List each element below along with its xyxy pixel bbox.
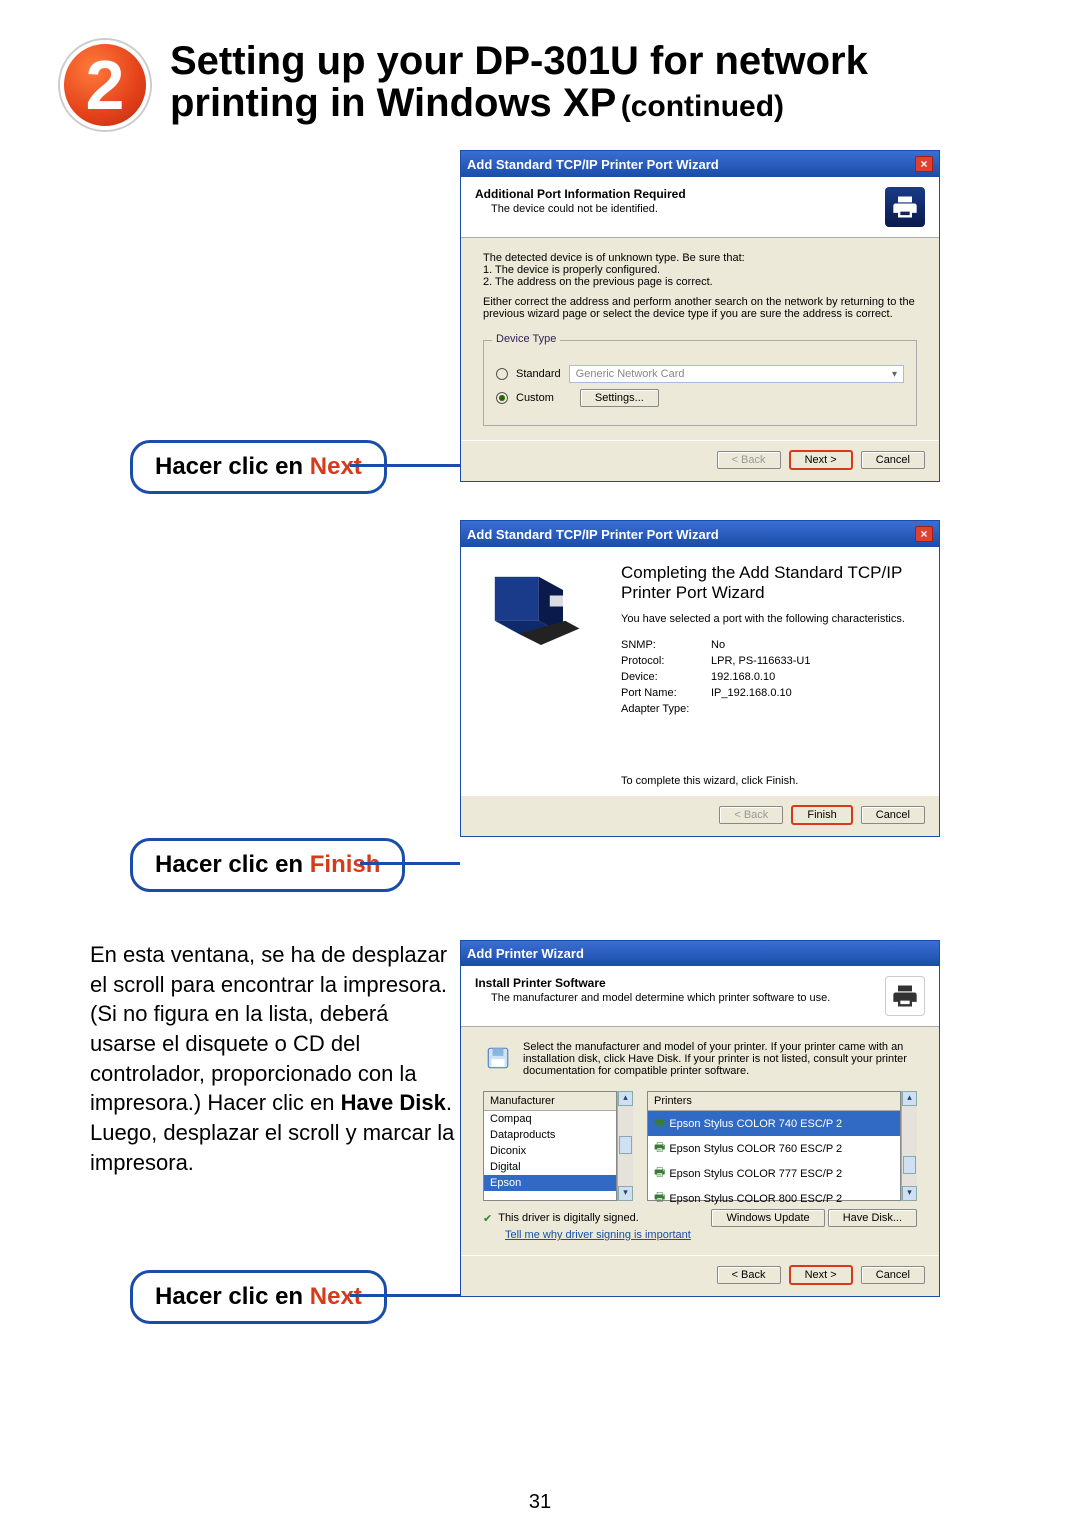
scroll-down-icon[interactable]: ▾	[902, 1186, 917, 1201]
kv-key: Adapter Type:	[621, 703, 711, 715]
printers-header: Printers	[648, 1092, 900, 1111]
back-button[interactable]: < Back	[717, 1266, 781, 1284]
close-icon[interactable]: ×	[915, 156, 933, 172]
list-item[interactable]: 🖶Epson Stylus COLOR 740 ESC/P 2	[648, 1111, 900, 1136]
connector-line	[360, 862, 460, 865]
group-legend: Device Type	[492, 333, 560, 345]
list-item[interactable]: Compaq	[484, 1111, 616, 1127]
dialog-header-title: Additional Port Information Required	[475, 187, 686, 201]
complete-heading: Completing the Add Standard TCP/IP Print…	[621, 563, 919, 603]
next-button[interactable]: Next >	[790, 451, 852, 469]
kv-val: No	[711, 639, 725, 651]
wizard-dialog-port-info: Add Standard TCP/IP Printer Port Wizard …	[460, 150, 940, 482]
printer-icon	[885, 976, 925, 1016]
kv-key: Port Name:	[621, 687, 711, 699]
cancel-button[interactable]: Cancel	[861, 451, 925, 469]
dialog-title: Add Standard TCP/IP Printer Port Wizard	[467, 157, 719, 172]
chevron-down-icon: ▾	[892, 369, 897, 380]
instruction-paragraph: En esta ventana, se ha de desplazar el s…	[90, 940, 460, 1178]
manufacturer-list[interactable]: Manufacturer Compaq Dataproducts Diconix…	[483, 1091, 617, 1201]
scroll-down-icon[interactable]: ▾	[618, 1186, 633, 1201]
printers-list[interactable]: Printers 🖶Epson Stylus COLOR 740 ESC/P 2…	[647, 1091, 901, 1201]
instruction-text: Select the manufacturer and model of you…	[523, 1041, 917, 1077]
signed-icon: ✔	[483, 1212, 492, 1225]
kv-val: IP_192.168.0.10	[711, 687, 792, 699]
disk-icon	[483, 1041, 513, 1075]
close-icon[interactable]: ×	[915, 526, 933, 542]
wizard-dialog-complete: Add Standard TCP/IP Printer Port Wizard …	[460, 520, 940, 837]
manufacturer-header: Manufacturer	[484, 1092, 616, 1111]
dialog-header-title: Install Printer Software	[475, 976, 830, 990]
finish-hint: To complete this wizard, click Finish.	[621, 775, 919, 787]
list-item[interactable]: Epson	[484, 1175, 616, 1191]
cancel-button[interactable]: Cancel	[861, 1266, 925, 1284]
printer-icon	[885, 187, 925, 227]
step-badge: 2	[60, 40, 150, 130]
page-title-line2: printing in Windows XP	[170, 81, 616, 125]
scroll-up-icon[interactable]: ▴	[902, 1091, 917, 1106]
kv-key: Device:	[621, 671, 711, 683]
next-button[interactable]: Next >	[790, 1266, 852, 1284]
scroll-up-icon[interactable]: ▴	[618, 1091, 633, 1106]
body-line: The detected device is of unknown type. …	[483, 252, 917, 264]
list-item[interactable]: 🖶Epson Stylus COLOR 760 ESC/P 2	[648, 1136, 900, 1161]
kv-val: 192.168.0.10	[711, 671, 775, 683]
list-item[interactable]: Digital	[484, 1159, 616, 1175]
kv-key: SNMP:	[621, 639, 711, 651]
page-number: 31	[0, 1491, 1080, 1514]
device-type-dropdown[interactable]: Generic Network Card ▾	[569, 365, 904, 383]
signing-info-link[interactable]: Tell me why driver signing is important	[505, 1229, 917, 1241]
instruction-label-finish: Hacer clic en Finish	[130, 838, 405, 892]
printer-large-icon	[481, 563, 601, 683]
radio-standard-label: Standard	[516, 368, 561, 380]
dialog-header-sub: The device could not be identified.	[491, 203, 686, 215]
list-item[interactable]: Diconix	[484, 1143, 616, 1159]
radio-custom[interactable]	[496, 392, 508, 404]
windows-update-button[interactable]: Windows Update	[711, 1209, 824, 1227]
body-line: Either correct the address and perform a…	[483, 296, 917, 320]
page-header: 2 Setting up your DP-301U for network pr…	[60, 40, 1020, 130]
dialog-title: Add Printer Wizard	[467, 946, 584, 961]
page-title-line1: Setting up your DP-301U for network	[170, 40, 868, 82]
dialog-header-sub: The manufacturer and model determine whi…	[491, 992, 830, 1004]
printer-mini-icon: 🖶	[654, 1113, 665, 1134]
have-disk-button[interactable]: Have Disk...	[828, 1209, 917, 1227]
finish-button[interactable]: Finish	[792, 806, 851, 824]
kv-val: LPR, PS-116633-U1	[711, 655, 810, 667]
printer-mini-icon: 🖶	[654, 1163, 665, 1184]
connector-line	[350, 1294, 460, 1297]
dropdown-value: Generic Network Card	[576, 368, 685, 380]
scrollbar[interactable]: ▴ ▾	[617, 1091, 633, 1201]
list-item[interactable]: 🖶Epson Stylus COLOR 777 ESC/P 2	[648, 1161, 900, 1186]
instruction-label-next: Hacer clic en Next	[130, 1270, 387, 1324]
connector-line	[350, 464, 460, 467]
kv-key: Protocol:	[621, 655, 711, 667]
instruction-label-next: Hacer clic en Next	[130, 440, 387, 494]
printer-mini-icon: 🖶	[654, 1188, 665, 1209]
add-printer-wizard-dialog: Add Printer Wizard Install Printer Softw…	[460, 940, 940, 1297]
printer-mini-icon: 🖶	[654, 1138, 665, 1159]
list-item[interactable]: 🖶Epson Stylus COLOR 800 ESC/P 2	[648, 1186, 900, 1211]
device-type-group: Device Type Standard Generic Network Car…	[483, 340, 917, 426]
body-line: 2. The address on the previous page is c…	[483, 276, 917, 288]
radio-custom-label: Custom	[516, 392, 554, 404]
dialog-title: Add Standard TCP/IP Printer Port Wizard	[467, 527, 719, 542]
page-title-continued: (continued)	[621, 90, 784, 123]
settings-button[interactable]: Settings...	[580, 389, 659, 407]
scrollbar[interactable]: ▴ ▾	[901, 1091, 917, 1201]
complete-subhead: You have selected a port with the follow…	[621, 613, 919, 625]
signed-text: This driver is digitally signed.	[498, 1212, 639, 1224]
radio-standard[interactable]	[496, 368, 508, 380]
body-line: 1. The device is properly configured.	[483, 264, 917, 276]
cancel-button[interactable]: Cancel	[861, 806, 925, 824]
list-item[interactable]: Dataproducts	[484, 1127, 616, 1143]
back-button[interactable]: < Back	[717, 451, 781, 469]
back-button[interactable]: < Back	[719, 806, 783, 824]
